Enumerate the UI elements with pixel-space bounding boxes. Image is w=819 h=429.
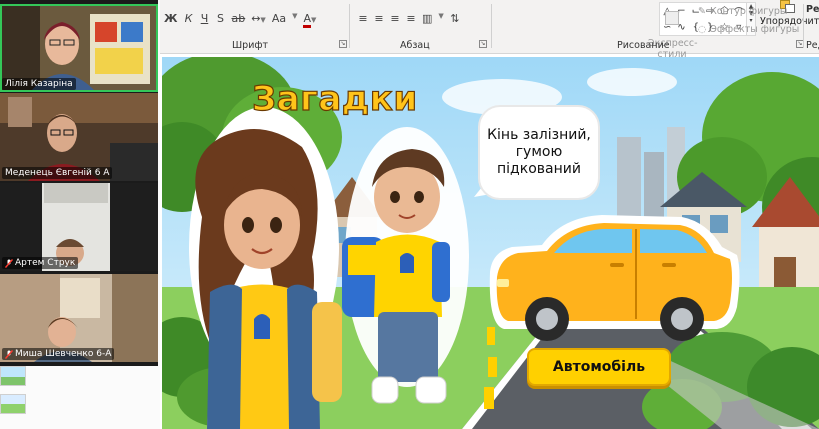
- answer-button[interactable]: Автомобіль: [527, 348, 671, 386]
- paragraph-dialog-launcher[interactable]: ↘: [479, 40, 487, 48]
- chevron-down-icon: ▼: [260, 16, 266, 24]
- align-left-icon[interactable]: ≡: [358, 12, 368, 25]
- participant-name-text: Миша Шевченко 6-А: [15, 349, 112, 359]
- font-dialog-launcher[interactable]: ↘: [339, 40, 347, 48]
- participant-name: Меденець Євгеній 6 А: [2, 167, 113, 179]
- text-direction-icon[interactable]: ⇅: [450, 12, 460, 25]
- girl-character: [189, 107, 342, 429]
- shape-outline-label: Контур фигуры: [709, 6, 788, 17]
- columns-icon[interactable]: ▥: [422, 12, 432, 25]
- participant-tile[interactable]: Лілія Казаріна: [0, 4, 158, 92]
- italic-button[interactable]: К: [183, 12, 193, 25]
- speech-bubble: Кінь залізний, гумою підкований: [478, 105, 600, 200]
- participant-name: Миша Шевченко 6-А: [2, 348, 115, 360]
- participant-name-text: Меденець Євгеній 6 А: [5, 168, 110, 178]
- chevron-down-icon: ▼: [438, 12, 444, 20]
- chevron-down-icon: ▼: [311, 16, 317, 24]
- font-format-buttons: Ж К Ч S ab ↔▼ Aa ▼ A▼: [164, 12, 317, 28]
- char-spacing-button[interactable]: ↔▼: [251, 12, 266, 25]
- mic-muted-icon: [5, 258, 13, 268]
- paragraph-buttons: ≡ ≡ ≡ ≡ ▥ ▼ ⇅: [358, 12, 460, 25]
- change-case-button[interactable]: Aa: [272, 12, 286, 25]
- participant-name-text: Лілія Казаріна: [5, 79, 73, 89]
- shape-effects-button[interactable]: ◌ Эффекты фигуры: [698, 24, 799, 35]
- edit-tab-label: Ре: [806, 4, 819, 15]
- participant-tile[interactable]: Миша Шевченко 6-А: [0, 274, 158, 362]
- participant-name: Лілія Казаріна: [2, 78, 76, 90]
- edit-group-label: Ред: [806, 40, 819, 51]
- effects-icon: ◌: [698, 24, 707, 35]
- slide-title: Загадки: [251, 78, 418, 119]
- shape-effects-label: Эффекты фигуры: [710, 24, 800, 35]
- align-center-icon[interactable]: ≡: [374, 12, 384, 25]
- font-group-label: Шрифт: [232, 40, 269, 51]
- participant-name-text: Артем Струк: [15, 258, 76, 268]
- slide-thumbnail[interactable]: [0, 366, 26, 386]
- participant-name: Артем Струк: [2, 257, 79, 269]
- align-right-icon[interactable]: ≡: [390, 12, 400, 25]
- riddle-text: Кінь залізний, гумою підкований: [487, 127, 591, 177]
- drawing-group-label: Рисование: [617, 40, 670, 51]
- ribbon-separator: [491, 4, 492, 48]
- presentation-slide: Загадки Кінь залізний, гумою підкований …: [162, 57, 819, 429]
- pen-icon: ✎: [698, 6, 706, 17]
- paragraph-group-label: Абзац: [400, 40, 430, 51]
- mic-muted-icon: [5, 349, 13, 359]
- bold-button[interactable]: Ж: [164, 12, 177, 25]
- font-color-glyph: A: [303, 12, 311, 28]
- quick-styles-icon: [665, 11, 679, 25]
- underline-button[interactable]: Ч: [199, 12, 209, 25]
- justify-icon[interactable]: ≡: [406, 12, 416, 25]
- participant-tile[interactable]: Артем Струк: [0, 183, 158, 271]
- strikethrough-button[interactable]: ab: [231, 12, 245, 25]
- ribbon-separator: [349, 4, 350, 48]
- shadow-text-button[interactable]: S: [215, 12, 225, 25]
- video-participants-panel: Лілія Казаріна Меденець Євгеній 6 А Арте…: [0, 0, 158, 366]
- shape-outline-button[interactable]: ✎ Контур фигуры: [698, 6, 787, 17]
- participant-tile[interactable]: Меденець Євгеній 6 А: [0, 93, 158, 181]
- chevron-down-icon: ▼: [292, 12, 298, 20]
- slide-thumbnail[interactable]: [0, 394, 26, 414]
- font-color-button[interactable]: A▼: [303, 12, 317, 28]
- ribbon-separator: [803, 4, 804, 48]
